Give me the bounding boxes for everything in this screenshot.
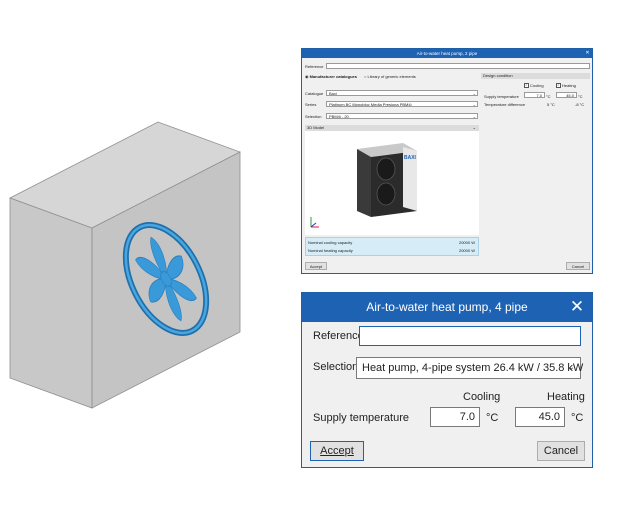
chevron-down-icon: ⌄ <box>472 102 476 107</box>
heating-capacity-value: 20000 W <box>458 248 475 253</box>
cooling-label: Cooling <box>463 391 501 403</box>
dialog-title: Air-to-water heat pump, 4 pipe <box>366 300 528 314</box>
supply-temperature-label: Supply temperature <box>484 94 519 99</box>
capacity-panel: Nominal cooling capacity 20000 W Nominal… <box>305 237 479 256</box>
close-icon[interactable]: ✕ <box>583 49 592 58</box>
selection-select[interactable]: PBM4i - 20 ⌄ <box>326 113 478 119</box>
reference-label: Reference <box>305 64 324 69</box>
heating-label: Heating <box>547 391 585 403</box>
close-icon[interactable]: ✕ <box>562 293 592 322</box>
supply-cooling-input[interactable]: 7.0 <box>430 407 480 427</box>
cooling-checkbox[interactable]: ✓ Cooling <box>524 83 544 89</box>
reference-input[interactable] <box>359 326 581 346</box>
box-left-face <box>9 197 93 409</box>
radio-manufacturer-label: Manufacturer catalogues <box>309 74 357 79</box>
selection-select[interactable]: Heat pump, 4-pipe system 26.4 kW / 35.8 … <box>356 357 584 379</box>
selection-label: Selection <box>305 114 322 119</box>
series-select[interactable]: Platinum BC Monobloc Media Presiona PBM4… <box>326 101 478 107</box>
dialog-2-pipe: Air-to-water heat pump, 2 pipe ✕ Referen… <box>301 48 593 274</box>
checkbox-checked-icon: ✓ <box>524 83 529 89</box>
cancel-button[interactable]: Cancel <box>537 441 585 461</box>
chevron-down-icon: ⌄ <box>472 91 476 96</box>
dialog-title-bar: Air-to-water heat pump, 2 pipe ✕ <box>302 49 592 58</box>
chevron-down-icon: ⌄ <box>472 114 476 119</box>
brand-logo: BAXI <box>404 155 417 161</box>
heating-label: Heating <box>562 83 576 88</box>
selection-value: PBM4i - 20 <box>329 114 349 119</box>
design-condition-label: Design condition <box>483 73 513 78</box>
radio-generic[interactable]: ○ Library of generic elements <box>364 74 416 79</box>
unit-label: °C <box>571 412 584 424</box>
selection-value: Heat pump, 4-pipe system 26.4 kW / 35.8 … <box>362 362 584 374</box>
dialog-4-pipe: Air-to-water heat pump, 4 pipe ✕ Referen… <box>301 292 593 468</box>
model-panel-label: 3D Model <box>307 125 325 130</box>
accept-button[interactable]: Accept <box>305 262 327 270</box>
cooling-capacity-label: Nominal cooling capacity <box>308 240 353 245</box>
cooling-label: Cooling <box>530 83 544 88</box>
heat-pump-render: BAXI <box>310 143 417 228</box>
temperature-difference-label: Temperature difference <box>484 102 526 107</box>
cooling-capacity-value: 20000 W <box>458 240 475 245</box>
dialog-title: Air-to-water heat pump, 2 pipe <box>416 51 478 56</box>
model-viewport[interactable]: BAXI <box>305 131 479 235</box>
catalogue-value: Baxi <box>329 91 337 96</box>
catalogue-select[interactable]: Baxi ⌄ <box>326 90 478 96</box>
unit-label: °C <box>486 412 499 424</box>
radio-manufacturer[interactable]: ◉ Manufacturer catalogues <box>305 74 357 79</box>
dialog-title-bar: Air-to-water heat pump, 4 pipe ✕ <box>302 293 592 322</box>
catalogue-label: Catalogue <box>305 91 324 96</box>
reference-input[interactable] <box>326 63 590 69</box>
supply-heating-input[interactable]: 45.0 <box>515 407 565 427</box>
selection-label: Selection <box>313 361 359 373</box>
checkbox-checked-icon: ✓ <box>556 83 561 89</box>
cancel-button[interactable]: Cancel <box>566 262 590 270</box>
unit-label: °C <box>546 94 551 99</box>
accept-button[interactable]: Accept <box>310 441 364 461</box>
chevron-down-icon: ⌄ <box>566 362 575 373</box>
supply-temperature-label: Supply temperature <box>313 412 409 424</box>
series-label: Series <box>305 102 317 107</box>
radio-generic-label: Library of generic elements <box>367 74 416 79</box>
temp-diff-heating: -8 °C <box>575 102 585 107</box>
heating-checkbox[interactable]: ✓ Heating <box>556 83 576 89</box>
reference-label: Reference <box>313 330 364 342</box>
unit-label: °C <box>578 94 583 99</box>
design-condition-header: Design condition <box>481 73 590 79</box>
supply-cooling-input[interactable]: 7.0 <box>524 92 545 98</box>
heat-pump-illustration <box>9 121 241 409</box>
temp-diff-cooling: 5 °C <box>547 102 555 107</box>
series-value: Platinum BC Monobloc Media Presiona PBM4… <box>329 102 412 107</box>
supply-heating-input[interactable]: 45.0 <box>556 92 577 98</box>
heating-capacity-label: Nominal heating capacity <box>308 248 353 253</box>
